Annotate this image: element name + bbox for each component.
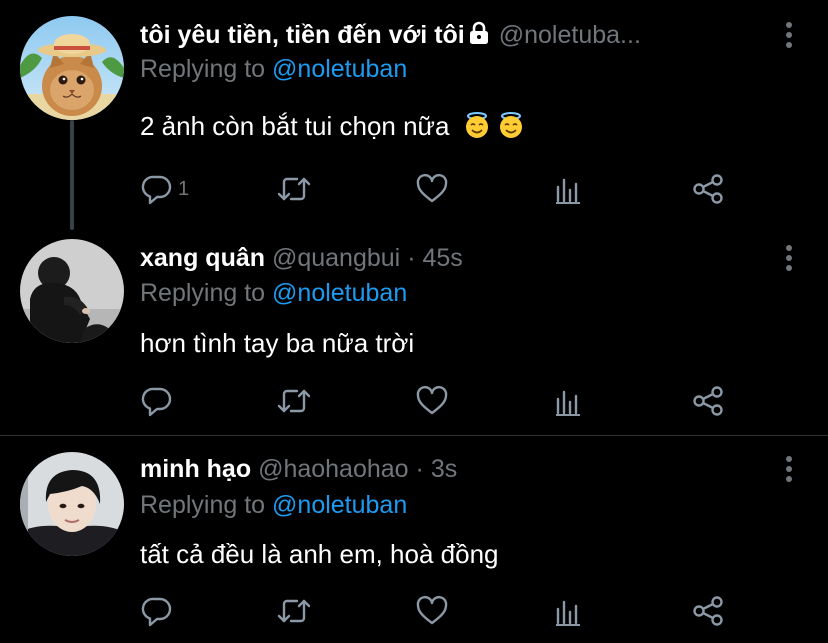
reply-icon: [141, 175, 172, 205]
tweet[interactable]: minh hạo @haohaohao · 3s Replying to @no…: [0, 436, 828, 643]
like-icon: [416, 385, 448, 415]
tweet-text-content: tất cả đều là anh em, hoà đồng: [140, 539, 499, 569]
more-icon[interactable]: [784, 20, 794, 50]
reply-button[interactable]: [140, 384, 178, 418]
mention-link[interactable]: @noletuban: [272, 279, 407, 307]
more-icon[interactable]: [784, 454, 794, 484]
share-button[interactable]: [691, 172, 725, 206]
portrait-avatar-image: [20, 452, 124, 556]
tweet-header: minh hạo @haohaohao · 3s: [140, 451, 758, 487]
smiling-face-with-halo-emoji: [465, 112, 488, 138]
avatar[interactable]: [20, 239, 124, 343]
reply-icon: [141, 387, 172, 417]
share-icon: [693, 386, 723, 416]
timestamp[interactable]: 45s: [422, 244, 462, 272]
retweet-icon: [277, 177, 311, 201]
analytics-button[interactable]: [554, 594, 586, 628]
user-handle[interactable]: @noletuba...: [499, 21, 641, 49]
reply-count: 1: [178, 177, 190, 200]
replying-to: Replying to @noletuban: [140, 53, 407, 85]
share-icon: [693, 174, 723, 204]
display-name[interactable]: xang quân: [140, 244, 265, 272]
display-name[interactable]: minh hạo: [140, 455, 251, 483]
display-name[interactable]: tôi yêu tiền, tiền đến với tôi: [140, 21, 465, 49]
retweet-icon: [277, 599, 311, 623]
tweet-text: 2 ảnh còn bắt tui chọn nữa: [140, 109, 525, 143]
tweet-text-content: 2 ảnh còn bắt tui chọn nữa: [140, 111, 450, 141]
tweet-actions: [140, 594, 740, 628]
retweet-button[interactable]: [275, 384, 313, 418]
user-handle[interactable]: @haohaohao: [258, 455, 409, 483]
tweet-text: hơn tình tay ba nữa trời: [140, 326, 414, 360]
tweet[interactable]: tôi yêu tiền, tiền đến với tôi @noletuba.…: [0, 0, 828, 232]
tweet[interactable]: xang quân @quangbui · 45s Replying to @n…: [0, 232, 828, 435]
replying-to: Replying to @noletuban: [140, 489, 407, 521]
retweet-icon: [277, 389, 311, 413]
reply-icon: [141, 597, 172, 627]
more-icon[interactable]: [784, 243, 794, 273]
analytics-button[interactable]: [554, 384, 586, 418]
like-button[interactable]: [415, 594, 449, 628]
retweet-button[interactable]: [275, 172, 313, 206]
replying-to: Replying to @noletuban: [140, 277, 407, 309]
thread-line: [70, 120, 74, 230]
analytics-icon: [556, 600, 580, 626]
lock-icon: [469, 21, 488, 44]
mention-link[interactable]: @noletuban: [272, 491, 407, 519]
person-avatar-image: [20, 239, 124, 343]
user-handle[interactable]: @quangbui: [272, 244, 400, 272]
separator-dot: ·: [415, 455, 424, 483]
tweet-actions: [140, 384, 740, 418]
like-icon: [416, 595, 448, 625]
cat-avatar-image: [20, 16, 124, 120]
share-icon: [693, 596, 723, 626]
share-button[interactable]: [691, 384, 725, 418]
replying-to-prefix: Replying to: [140, 55, 266, 83]
share-button[interactable]: [691, 594, 725, 628]
reply-button[interactable]: 1: [140, 172, 189, 206]
tweet-header: xang quân @quangbui · 45s: [140, 240, 758, 276]
timestamp[interactable]: 3s: [431, 455, 457, 483]
avatar[interactable]: [20, 452, 124, 556]
replying-to-prefix: Replying to: [140, 491, 266, 519]
smiling-face-with-halo-emoji: [499, 112, 522, 138]
like-icon: [416, 173, 448, 203]
replying-to-prefix: Replying to: [140, 279, 266, 307]
tweet-text: tất cả đều là anh em, hoà đồng: [140, 537, 499, 571]
retweet-button[interactable]: [275, 594, 313, 628]
like-button[interactable]: [415, 384, 449, 418]
tweet-actions: 1: [140, 172, 740, 206]
reply-button[interactable]: [140, 594, 178, 628]
tweet-text-content: hơn tình tay ba nữa trời: [140, 328, 415, 358]
tweet-header: tôi yêu tiền, tiền đến với tôi @noletuba.…: [140, 17, 758, 53]
analytics-icon: [556, 390, 580, 416]
like-button[interactable]: [415, 172, 449, 206]
avatar[interactable]: [20, 16, 124, 120]
analytics-button[interactable]: [554, 172, 586, 206]
separator-dot: ·: [407, 244, 416, 272]
analytics-icon: [556, 178, 580, 204]
mention-link[interactable]: @noletuban: [272, 55, 407, 83]
